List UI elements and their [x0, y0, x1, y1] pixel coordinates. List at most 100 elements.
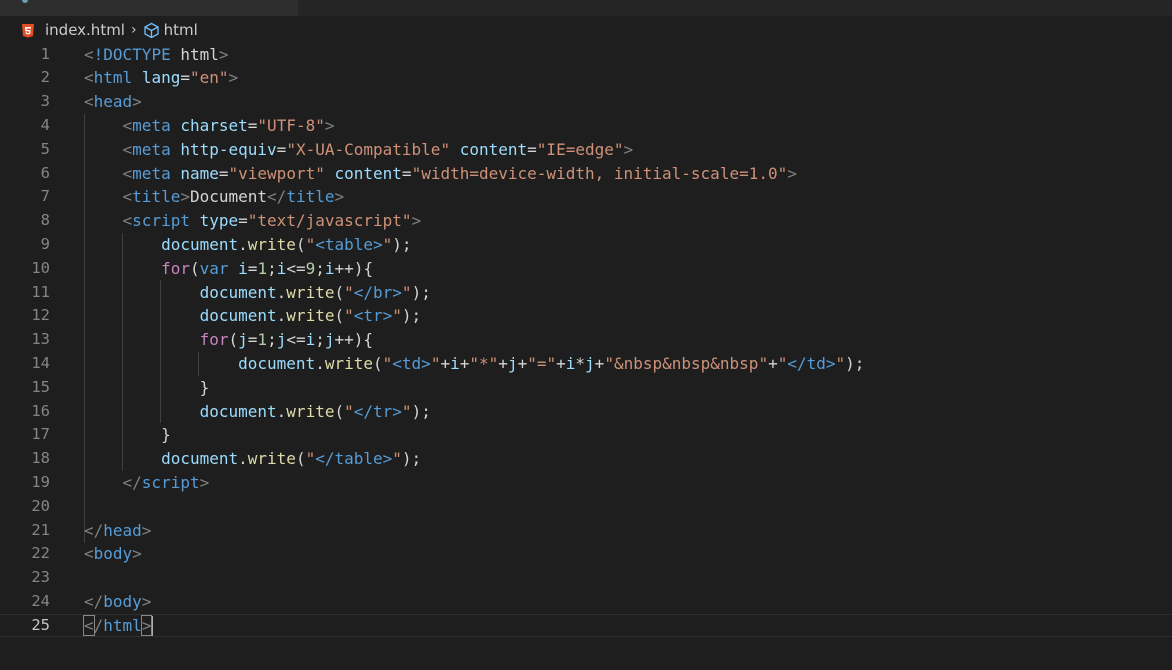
- code-line[interactable]: 10 for(var i=1;i<=9;i++){: [0, 257, 1172, 281]
- code-line[interactable]: 24 </body>: [0, 590, 1172, 614]
- code-token: <: [122, 163, 133, 183]
- tab-index-html[interactable]: [0, 0, 298, 16]
- line-number: 2: [40, 68, 50, 87]
- code-token: >: [132, 92, 142, 112]
- code-token: </: [267, 187, 287, 207]
- line-number: 13: [31, 330, 50, 349]
- code-token: =: [247, 330, 258, 350]
- code-token: </br>: [353, 282, 402, 302]
- code-line[interactable]: 14 document.write("<td>"+i+"*"+j+"="+i*j…: [0, 352, 1172, 376]
- code-token: "width=device-width, initial-scale=1.0": [411, 163, 788, 183]
- code-line[interactable]: 8 <script type="text/javascript">: [0, 209, 1172, 233]
- line-number: 8: [40, 211, 50, 230]
- line-number: 11: [31, 282, 50, 301]
- code-text: <meta http-equiv="X-UA-Compatible" conte…: [84, 138, 634, 162]
- line-number: 16: [31, 401, 50, 420]
- code-token: <: [122, 115, 133, 135]
- cube-icon: [143, 22, 160, 39]
- text-cursor: [151, 616, 154, 637]
- code-line[interactable]: 19 </script>: [0, 471, 1172, 495]
- code-line[interactable]: 17 }: [0, 423, 1172, 447]
- code-token: (: [334, 306, 345, 326]
- line-number: 9: [40, 234, 50, 253]
- code-text: }: [84, 423, 171, 447]
- code-token: "UTF-8": [257, 115, 325, 135]
- code-line[interactable]: 15 }: [0, 376, 1172, 400]
- code-token: >: [787, 163, 797, 183]
- code-line[interactable]: 1 <!DOCTYPE html>: [0, 43, 1172, 67]
- code-line[interactable]: 7 <title>Document</title>: [0, 185, 1172, 209]
- code-line[interactable]: 22 <body>: [0, 542, 1172, 566]
- code-token: <: [84, 44, 94, 64]
- code-token: meta: [132, 139, 171, 159]
- code-token: ;: [267, 330, 277, 350]
- code-token: /: [93, 615, 104, 635]
- code-line[interactable]: 3 <head>: [0, 90, 1172, 114]
- code-token: >: [141, 520, 152, 540]
- breadcrumb-file[interactable]: index.html: [45, 21, 125, 39]
- breadcrumb: index.html › html: [0, 16, 1172, 44]
- code-line[interactable]: 5 <meta http-equiv="X-UA-Compatible" con…: [0, 138, 1172, 162]
- code-line[interactable]: 13 for(j=1;j<=i;j++){: [0, 328, 1172, 352]
- code-token: .: [315, 353, 325, 373]
- code-token: write: [247, 234, 296, 254]
- code-line[interactable]: 16 document.write("</tr>");: [0, 400, 1172, 424]
- code-line[interactable]: 12 document.write("<tr>");: [0, 304, 1172, 328]
- code-token: *: [575, 353, 586, 373]
- code-token: "text/javascript": [247, 211, 412, 231]
- code-line[interactable]: 20: [0, 495, 1172, 519]
- code-line[interactable]: 11 document.write("</br>");: [0, 281, 1172, 305]
- code-token: 1: [257, 330, 268, 350]
- code-line[interactable]: 9 document.write("<table>");: [0, 233, 1172, 257]
- code-line[interactable]: 25 </html>: [0, 613, 1172, 638]
- code-editor[interactable]: 1 <!DOCTYPE html> 2 <html lang="en"> 3 <head>…: [0, 42, 1172, 670]
- breadcrumb-node-html[interactable]: html: [164, 21, 198, 39]
- code-token: +: [517, 353, 528, 373]
- code-token: =: [218, 163, 229, 183]
- code-token: http-equiv: [180, 139, 277, 159]
- code-token: .: [276, 282, 287, 302]
- code-token: <: [122, 139, 133, 159]
- code-token: meta: [132, 163, 171, 183]
- code-token: <td>: [392, 353, 431, 373]
- code-token: +: [440, 353, 451, 373]
- code-token: >: [199, 472, 210, 492]
- code-token: <: [84, 544, 94, 564]
- code-token: );: [401, 306, 422, 326]
- code-token: document: [238, 353, 316, 373]
- code-token: </tr>: [353, 401, 402, 421]
- code-token: ;: [315, 258, 325, 278]
- code-token: ++){: [334, 330, 374, 350]
- code-line[interactable]: 2 <html lang="en">: [0, 66, 1172, 90]
- code-line[interactable]: 23: [0, 566, 1172, 590]
- code-token: head: [93, 92, 133, 112]
- line-number: 5: [40, 139, 50, 158]
- code-text: <body>: [84, 542, 142, 566]
- line-number: 4: [40, 115, 50, 134]
- code-token: </: [122, 472, 142, 492]
- code-token: (: [189, 258, 200, 278]
- code-token: type: [199, 211, 239, 231]
- code-token: (: [334, 401, 345, 421]
- code-token: i: [324, 258, 335, 278]
- matched-bracket: >: [140, 614, 153, 636]
- code-text: </script>: [84, 471, 210, 495]
- code-token: 9: [305, 258, 316, 278]
- line-number: 24: [31, 591, 50, 610]
- code-token: ": [344, 306, 354, 326]
- code-token: );: [411, 282, 431, 302]
- code-line[interactable]: 6 <meta name="viewport" content="width=d…: [0, 162, 1172, 186]
- code-token: ": [305, 449, 316, 469]
- code-line[interactable]: 4 <meta charset="UTF-8">: [0, 114, 1172, 138]
- code-line[interactable]: 21 </head>: [0, 519, 1172, 543]
- code-line[interactable]: 18 document.write("</table>");: [0, 447, 1172, 471]
- code-token: title: [132, 187, 181, 207]
- code-text: document.write("<tr>");: [84, 304, 422, 328]
- line-number: 18: [31, 449, 50, 468]
